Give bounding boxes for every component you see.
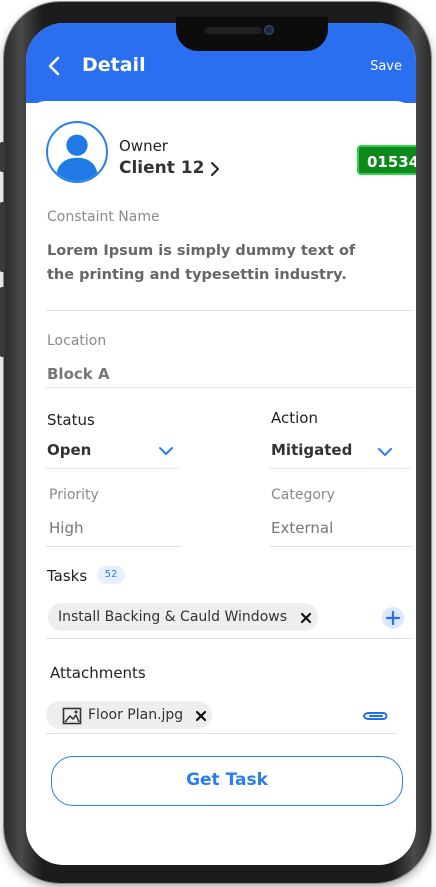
action-select[interactable]: Mitigated	[271, 441, 352, 459]
divider	[46, 387, 412, 388]
category-value[interactable]: External	[271, 519, 333, 537]
location-value[interactable]: Block A	[47, 365, 110, 383]
tasks-label: Tasks	[47, 567, 88, 585]
close-icon[interactable]	[195, 710, 207, 722]
add-task-button[interactable]	[382, 607, 404, 629]
divider	[46, 468, 179, 469]
location-label: Location	[47, 333, 107, 349]
speaker-grille	[204, 27, 262, 34]
volume-down-button	[0, 287, 5, 357]
divider	[46, 546, 182, 547]
attachment-chip-label[interactable]: Floor Plan.jpg	[88, 707, 183, 723]
chevron-right-icon[interactable]	[208, 161, 222, 177]
page-title: Detail	[82, 54, 146, 76]
divider	[270, 546, 412, 547]
plus-icon	[385, 610, 401, 626]
divider	[46, 310, 412, 311]
id-badge: 01534	[357, 145, 416, 175]
category-label: Category	[271, 487, 335, 503]
divider	[46, 733, 396, 734]
owner-name[interactable]: Client 12	[119, 158, 204, 178]
close-icon[interactable]	[300, 612, 312, 624]
priority-label: Priority	[49, 487, 99, 503]
front-camera	[264, 25, 274, 35]
save-button[interactable]: Save	[370, 59, 402, 74]
attachments-label: Attachments	[50, 664, 146, 682]
detail-content: Owner Client 12 01534 Constaint Name Lor…	[26, 101, 416, 865]
image-icon	[62, 707, 82, 725]
priority-value[interactable]: High	[49, 519, 83, 537]
divider	[46, 638, 412, 639]
status-select[interactable]: Open	[47, 441, 91, 459]
volume-up-button	[0, 202, 5, 272]
back-icon[interactable]	[44, 55, 66, 77]
chevron-down-icon[interactable]	[158, 446, 174, 456]
owner-label: Owner	[119, 137, 168, 155]
complaint-text: Lorem Ipsum is simply dummy text of the …	[47, 243, 356, 283]
tasks-count-badge: 52	[97, 566, 125, 584]
avatar[interactable]	[46, 121, 108, 183]
screen: Detail Save Owner Client 12 01534 Consta…	[26, 23, 416, 865]
action-label: Action	[271, 409, 318, 427]
notch	[176, 17, 328, 51]
paperclip-icon[interactable]	[362, 709, 390, 723]
status-label: Status	[47, 411, 95, 429]
task-chip: Install Backing & Cauld Windows	[48, 603, 318, 631]
silent-switch	[0, 142, 5, 172]
complaint-label: Constaint Name	[47, 209, 160, 225]
chevron-down-icon[interactable]	[377, 447, 393, 457]
task-chip-label: Install Backing & Cauld Windows	[58, 609, 287, 625]
avatar-icon	[55, 134, 99, 181]
get-task-button[interactable]: Get Task	[51, 756, 403, 806]
divider	[270, 468, 410, 469]
